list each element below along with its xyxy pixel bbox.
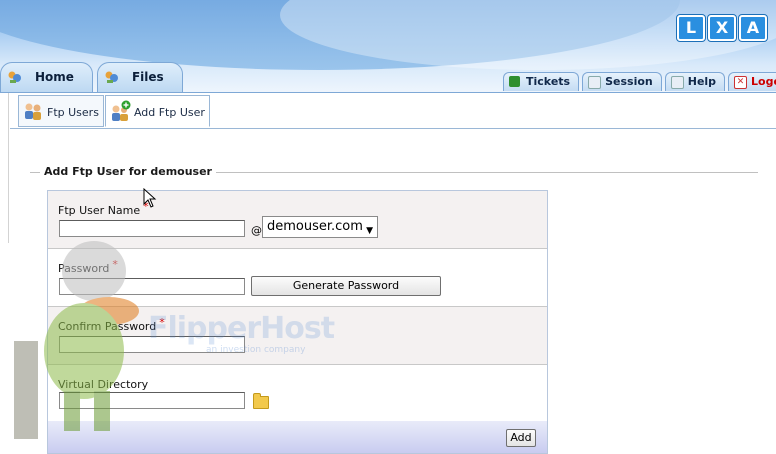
main-content: Ftp Users Add Ftp User Add Ftp User for … — [0, 92, 776, 454]
password-row: Password * Generate Password — [48, 249, 547, 307]
username-row: Ftp User Name * @ demouser.com ▼ — [48, 191, 547, 249]
home-tab-icon — [8, 71, 21, 83]
subtab-add-ftp-user[interactable]: Add Ftp User — [104, 95, 210, 127]
confirm-password-label: Confirm Password * — [58, 316, 165, 333]
tab-home[interactable]: Home — [0, 62, 93, 92]
logo-letter: A — [739, 15, 767, 41]
username-label-text: Ftp User Name — [58, 204, 141, 217]
add-user-icon — [111, 100, 131, 121]
domain-select[interactable]: demouser.com ▼ — [262, 216, 378, 238]
add-ftp-user-form: Ftp User Name * @ demouser.com ▼ Password… — [47, 190, 548, 454]
close-icon: ✕ — [734, 76, 748, 89]
form-footer: Add — [48, 421, 547, 453]
username-input[interactable] — [59, 220, 245, 237]
tab-help[interactable]: Help — [664, 72, 726, 91]
subtab-ftp-users-label: Ftp Users — [47, 106, 99, 119]
domain-select-value: demouser.com — [267, 219, 363, 234]
lxa-logo: L X A — [677, 15, 767, 41]
add-button[interactable]: Add — [506, 429, 536, 447]
tab-files-label: Files — [131, 70, 164, 84]
files-tab-icon — [105, 71, 118, 83]
left-divider — [8, 93, 9, 243]
tab-tickets-label: Tickets — [526, 75, 571, 88]
chevron-down-icon: ▼ — [366, 226, 373, 236]
tab-session-label: Session — [605, 75, 653, 88]
password-input[interactable] — [59, 278, 245, 295]
tab-logout[interactable]: ✕ Logout — [728, 72, 776, 91]
subtab-add-ftp-user-label: Add Ftp User — [133, 106, 205, 119]
main-tabs: Home Files — [0, 60, 187, 92]
sub-tabs: Ftp Users Add Ftp User — [18, 95, 211, 127]
utility-tabs: Tickets Session Help ✕ Logout — [503, 72, 776, 92]
confirm-password-label-text: Confirm Password — [58, 320, 157, 333]
help-icon — [670, 76, 684, 89]
tab-home-label: Home — [35, 70, 74, 84]
confirm-password-input[interactable] — [59, 336, 245, 353]
virtual-directory-row: Virtual Directory — [48, 365, 547, 420]
required-mark: * — [112, 258, 118, 271]
logo-letter: X — [708, 15, 736, 41]
tab-session[interactable]: Session — [582, 72, 662, 91]
subtabs-divider — [10, 128, 776, 129]
password-label-text: Password — [58, 262, 110, 275]
confirm-password-row: Confirm Password * — [48, 307, 547, 365]
generate-password-button[interactable]: Generate Password — [251, 276, 441, 296]
username-label: Ftp User Name * — [58, 200, 149, 217]
virtual-directory-input[interactable] — [59, 392, 245, 409]
tab-tickets[interactable]: Tickets — [503, 72, 580, 91]
virtual-directory-label: Virtual Directory — [58, 378, 149, 391]
form-legend: Add Ftp User for demouser — [40, 165, 216, 178]
session-icon — [588, 76, 602, 89]
tab-files[interactable]: Files — [96, 62, 183, 92]
at-sign: @ — [251, 224, 262, 237]
subtab-ftp-users[interactable]: Ftp Users — [18, 95, 104, 127]
app-header: L X A Home Files Tickets Session Help ✕ … — [0, 0, 776, 92]
required-mark: * — [143, 200, 149, 213]
tickets-icon — [509, 76, 520, 87]
tab-logout-label: Logout — [751, 75, 776, 88]
logo-letter: L — [677, 15, 705, 41]
tab-help-label: Help — [687, 75, 717, 88]
required-mark: * — [159, 316, 165, 329]
password-label: Password * — [58, 258, 118, 275]
users-icon — [25, 103, 41, 120]
folder-browse-icon[interactable] — [253, 393, 269, 409]
